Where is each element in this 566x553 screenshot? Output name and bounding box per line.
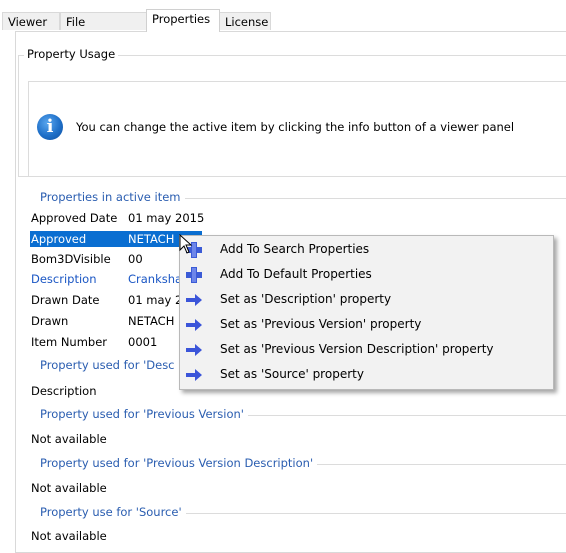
tab-license-label: License [225,15,269,29]
prop-value-approved-date[interactable]: 01 may 2015 [128,211,204,225]
menu-item-label: Add To Search Properties [220,242,370,256]
tab-license[interactable]: License [219,12,271,30]
arrow-right-icon [186,319,202,331]
context-menu: Add To Search Properties Add To Default … [179,235,554,390]
menu-item-set-previous-version[interactable]: Set as 'Previous Version' property [180,313,553,338]
add-plus-icon [186,267,202,283]
info-text: You can change the active item by clicki… [76,120,515,134]
prop-value-drawn[interactable]: NETACH [128,314,174,328]
prop-label-drawn-date: Drawn Date [31,293,100,307]
property-usage-title: Property Usage [24,47,119,61]
prev-desc-value: Not available [31,481,107,495]
desc-usage-section-title: Property used for 'Desc [40,358,179,372]
prop-label-description: Description [31,272,97,286]
menu-item-set-source[interactable]: Set as 'Source' property [180,363,553,388]
arrow-right-icon [186,294,202,306]
mouse-cursor-icon [179,234,193,254]
prop-label-approved-date: Approved Date [31,211,118,225]
prop-label-approved: Approved [31,232,87,246]
prop-value-bom3dvisible[interactable]: 00 [128,252,143,266]
desc-usage-value: Description [31,384,97,398]
prop-value-description[interactable]: Crankshaf [128,272,186,286]
prop-label-drawn: Drawn [31,314,69,328]
tab-properties[interactable]: Properties [146,9,220,32]
menu-item-label: Set as 'Previous Version' property [220,317,422,331]
menu-item-set-previous-version-description[interactable]: Set as 'Previous Version Description' pr… [180,338,553,363]
tab-properties-label: Properties [152,12,211,26]
properties-section-title: Properties in active item [40,190,185,204]
prop-value-approved[interactable]: NETACH [128,232,174,246]
arrow-right-icon [186,344,202,356]
arrow-right-icon [186,369,202,381]
prop-label-item-number: Item Number [31,335,108,349]
prop-label-bom3dvisible: Bom3DVisible [31,252,111,266]
menu-item-label: Set as 'Source' property [220,367,364,381]
menu-item-add-to-search[interactable]: Add To Search Properties [180,238,553,263]
info-icon: i [37,114,63,140]
source-section-title: Property use for 'Source' [40,505,186,519]
menu-item-label: Add To Default Properties [220,267,372,281]
prev-version-value: Not available [31,432,107,446]
menu-item-label: Set as 'Description' property [220,292,392,306]
prop-value-item-number[interactable]: 0001 [128,335,157,349]
tab-strip: Viewer File Locations Properties License [0,0,566,47]
menu-item-add-to-default[interactable]: Add To Default Properties [180,263,553,288]
prev-version-section-title: Property used for 'Previous Version' [40,407,248,421]
source-value: Not available [31,529,107,543]
prev-desc-section-title: Property used for 'Previous Version Desc… [40,456,318,470]
tab-viewer[interactable]: Viewer [2,12,60,30]
tab-file-locations[interactable]: File Locations [60,12,148,47]
menu-item-label: Set as 'Previous Version Description' pr… [220,342,494,356]
menu-item-set-description[interactable]: Set as 'Description' property [180,288,553,313]
tab-viewer-label: Viewer [8,15,48,29]
